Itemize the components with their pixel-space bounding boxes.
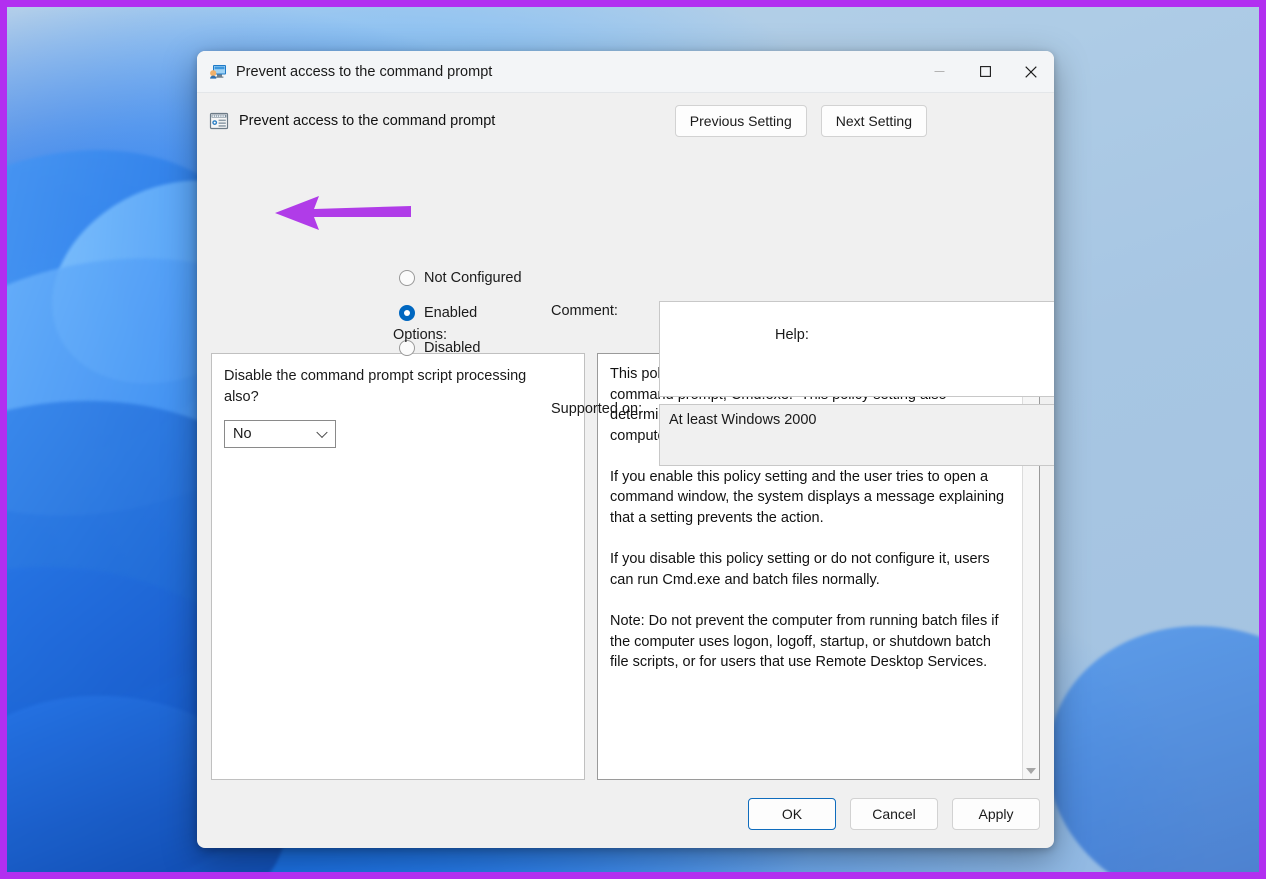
- cancel-button[interactable]: Cancel: [850, 798, 938, 830]
- policy-setting-dialog: Prevent access to the command prompt Pre…: [197, 51, 1054, 848]
- options-label: Options:: [393, 327, 447, 343]
- help-label: Help:: [775, 327, 809, 343]
- radio-not-configured[interactable]: Not Configured: [399, 260, 522, 295]
- panel-labels: Options: Help:: [197, 327, 1054, 353]
- apply-button[interactable]: Apply: [952, 798, 1040, 830]
- supported-on-label: Supported on:: [551, 401, 643, 417]
- setting-header: Prevent access to the command prompt Pre…: [197, 93, 1054, 149]
- chevron-down-icon: [316, 426, 328, 439]
- ok-button[interactable]: OK: [748, 798, 836, 830]
- previous-setting-button[interactable]: Previous Setting: [674, 105, 807, 137]
- policy-monitor-icon: [210, 64, 226, 79]
- options-panel: Disable the command prompt script proces…: [211, 353, 585, 780]
- maximize-button[interactable]: [962, 51, 1008, 93]
- script-processing-dropdown[interactable]: No: [224, 420, 336, 449]
- close-button[interactable]: [1008, 51, 1054, 93]
- scroll-down-icon[interactable]: [1026, 768, 1036, 774]
- radio-enabled[interactable]: Enabled: [399, 295, 522, 330]
- radio-enabled-label: Enabled: [424, 304, 478, 321]
- script-processing-dropdown-value: No: [233, 426, 252, 443]
- dialog-footer: OK Cancel Apply: [197, 780, 1054, 848]
- radio-not-configured-indicator: [399, 269, 415, 286]
- next-setting-button[interactable]: Next Setting: [820, 105, 927, 137]
- policy-state-area: Not Configured Enabled Disabled Comment:: [197, 149, 1054, 466]
- wallpaper-ribbon: [1021, 596, 1259, 872]
- radio-enabled-indicator: [399, 304, 415, 321]
- supported-on-value: At least Windows 2000: [669, 412, 817, 428]
- supported-on-field: At least Windows 2000: [659, 404, 1054, 466]
- title-bar: Prevent access to the command prompt: [197, 51, 1054, 93]
- setting-name: Prevent access to the command prompt: [239, 113, 496, 129]
- policy-setting-icon: [209, 112, 229, 130]
- minimize-button[interactable]: [916, 51, 962, 93]
- window-title: Prevent access to the command prompt: [236, 63, 493, 80]
- screen-capture: Prevent access to the command prompt Pre…: [0, 0, 1266, 879]
- radio-not-configured-label: Not Configured: [424, 269, 522, 286]
- comment-label: Comment:: [551, 303, 618, 319]
- option-question-label: Disable the command prompt script proces…: [224, 368, 527, 406]
